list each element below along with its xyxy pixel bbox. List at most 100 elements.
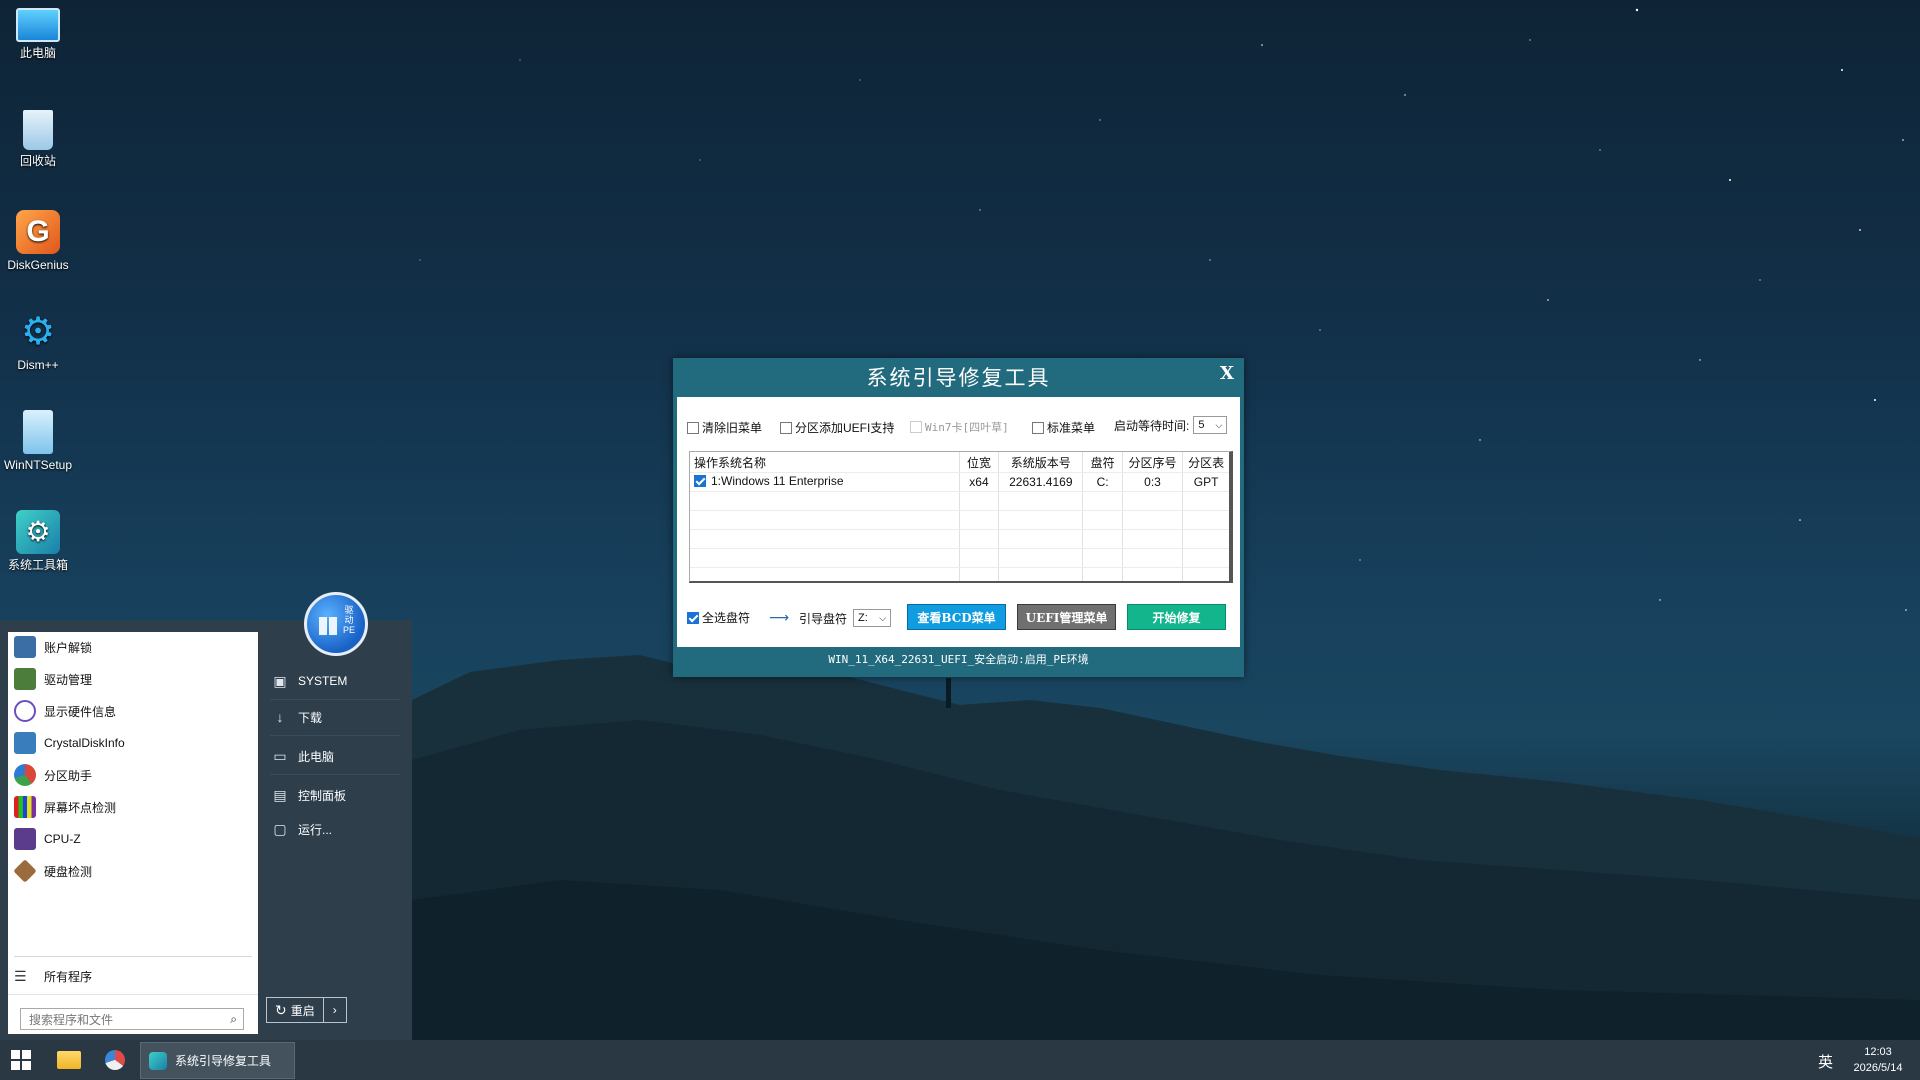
active-app-label: 系统引导修复工具 xyxy=(175,1054,272,1068)
start-item-account-unlock[interactable]: 账户解锁 xyxy=(14,634,252,660)
restart-icon: ↻ xyxy=(275,1001,287,1018)
clock[interactable]: 12:03 2026/5/14 xyxy=(1840,1044,1916,1076)
checkbox[interactable] xyxy=(687,421,699,434)
program-label: CrystalDiskInfo xyxy=(44,736,125,750)
uefi-manage-button[interactable]: UEFI管理菜单 xyxy=(1017,604,1116,630)
checkbox[interactable] xyxy=(780,421,792,434)
version-cell: 22631.4169 xyxy=(998,472,1084,492)
view-bcd-button[interactable]: 查看BCD菜单 xyxy=(907,604,1006,630)
taskbar-active-window[interactable]: 系统引导修复工具 xyxy=(140,1042,295,1079)
all-programs-label: 所有程序 xyxy=(44,970,93,984)
search-placeholder: 搜索程序和文件 xyxy=(29,1012,114,1027)
windows-logo-icon xyxy=(319,617,337,635)
computer-icon: ▭ xyxy=(273,747,287,764)
column-header: 操作系统名称 xyxy=(690,452,960,473)
os-name: 1:Windows 11 Enterprise xyxy=(711,474,844,488)
taskbar: 系统引导修复工具 英 12:03 2026/5/14 xyxy=(0,1040,1920,1080)
option-win7-card: Win7卡[四叶草] xyxy=(910,419,1009,435)
taskbar-app-button[interactable] xyxy=(96,1040,134,1080)
desktop-icon-diskgenius[interactable]: G DiskGenius xyxy=(2,210,74,272)
driver-manager-icon xyxy=(14,668,36,690)
desktop-icon-recycle-bin[interactable]: 回收站 xyxy=(2,110,74,168)
wait-time-group: 启动等待时间: 5 ⌵ xyxy=(1114,416,1228,434)
start-item-partition-assistant[interactable]: 分区助手 xyxy=(14,762,252,788)
windows-logo-icon xyxy=(11,1050,31,1070)
file-explorer-button[interactable] xyxy=(50,1040,88,1080)
chevron-down-icon: ⌵ xyxy=(1215,419,1223,430)
column-header: 位宽 xyxy=(959,452,1000,473)
start-button[interactable] xyxy=(0,1040,42,1080)
start-right-item-this-pc[interactable]: ▭ 此电脑 xyxy=(272,741,400,771)
desktop-icon-label: Dism++ xyxy=(17,358,59,372)
desktop-icon-label: 回收站 xyxy=(19,154,56,168)
start-item-crystaldiskinfo[interactable]: CrystalDiskInfo xyxy=(14,730,252,756)
checkbox xyxy=(910,421,922,433)
search-input[interactable]: 搜索程序和文件 ⌕ xyxy=(20,1008,244,1030)
start-right-item-control-panel[interactable]: ▤ 控制面板 xyxy=(272,780,400,810)
option-standard-menu[interactable]: 标准菜单 xyxy=(1032,419,1095,436)
right-item-label: SYSTEM xyxy=(298,674,348,688)
account-unlock-icon xyxy=(14,636,36,658)
option-uefi-support[interactable]: 分区添加UEFI支持 xyxy=(780,419,894,436)
partition-tool-icon xyxy=(105,1050,125,1070)
drive-cell: C: xyxy=(1082,472,1123,492)
start-item-driver-manager[interactable]: 驱动管理 xyxy=(14,666,252,692)
start-item-screen-test[interactable]: 屏幕坏点检测 xyxy=(14,794,252,820)
restart-options-button[interactable]: › xyxy=(322,998,346,1022)
boot-drive-label: 引导盘符 xyxy=(799,611,848,626)
ime-indicator[interactable]: 英 xyxy=(1818,1051,1833,1072)
all-programs-button[interactable]: ☰ 所有程序 xyxy=(14,968,92,985)
close-button[interactable]: X xyxy=(1220,363,1234,384)
dialog-title: 系统引导修复工具 xyxy=(866,366,1051,390)
boot-drive-select[interactable]: Z: ⌵ xyxy=(853,609,892,627)
winntsetup-icon xyxy=(23,410,53,454)
start-right-item-run[interactable]: ▢ 运行... xyxy=(272,814,400,844)
table-row xyxy=(690,529,1229,549)
download-icon: ↓ xyxy=(276,709,284,725)
table-row[interactable]: 1:Windows 11 Enterprise x64 22631.4169 C… xyxy=(690,472,1229,492)
wait-time-select[interactable]: 5 ⌵ xyxy=(1193,416,1228,434)
table-row xyxy=(690,491,1229,511)
program-label: 账户解锁 xyxy=(44,640,93,655)
divider xyxy=(8,994,258,995)
program-label: 驱动管理 xyxy=(44,672,93,687)
start-program-list: 账户解锁 驱动管理 显示硬件信息 CrystalDiskInfo 分区助手 屏幕… xyxy=(8,632,258,1034)
checkbox[interactable] xyxy=(1032,421,1044,434)
chevron-right-icon: › xyxy=(332,1003,337,1017)
table-header-row: 操作系统名称 位宽 系统版本号 盘符 分区序号 分区表 xyxy=(690,452,1229,473)
select-all-checkbox[interactable] xyxy=(687,611,699,624)
partition-assistant-icon xyxy=(14,764,36,786)
desktop-icon-this-pc[interactable]: 此电脑 xyxy=(2,8,74,60)
diskgenius-icon: G xyxy=(16,210,60,254)
desktop-icon-label: 系统工具箱 xyxy=(7,558,68,572)
start-item-hardware-info[interactable]: 显示硬件信息 xyxy=(14,698,252,724)
screen-test-icon xyxy=(14,796,36,818)
start-item-disk-check[interactable]: 硬盘检测 xyxy=(13,858,252,884)
divider xyxy=(270,774,400,775)
avatar-badge: 驱 动 PE xyxy=(342,605,355,635)
crystaldiskinfo-icon xyxy=(14,732,36,754)
bits-cell: x64 xyxy=(959,472,1000,492)
start-item-cpuz[interactable]: CPU-Z xyxy=(14,826,252,852)
disk-check-icon xyxy=(13,859,37,883)
program-label: 分区助手 xyxy=(44,768,93,783)
desktop-icon-dism[interactable]: ⚙ Dism++ xyxy=(2,310,74,372)
desktop-icon-winntsetup[interactable]: WinNTSetup xyxy=(2,410,74,472)
run-icon: ▢ xyxy=(273,820,287,837)
select-all-group[interactable]: 全选盘符 xyxy=(687,609,750,626)
start-right-item-download[interactable]: ↓ 下载 xyxy=(272,702,400,732)
wait-time-value: 5 xyxy=(1198,419,1205,431)
select-all-label: 全选盘符 xyxy=(702,611,751,625)
desktop-icon-label: WinNTSetup xyxy=(3,458,73,472)
option-clear-old-menu[interactable]: 清除旧菜单 xyxy=(687,419,762,436)
restart-label: 重启 xyxy=(290,1003,315,1018)
row-checkbox[interactable] xyxy=(694,475,706,487)
user-folder-icon: ▣ xyxy=(273,672,287,689)
restart-button[interactable]: ↻ 重启 xyxy=(267,998,323,1022)
list-icon: ☰ xyxy=(14,968,27,984)
column-header: 系统版本号 xyxy=(998,452,1084,473)
start-repair-button[interactable]: 开始修复 xyxy=(1127,604,1226,630)
os-name-cell: 1:Windows 11 Enterprise xyxy=(690,472,960,492)
start-right-item-system[interactable]: ▣ SYSTEM xyxy=(272,666,400,696)
desktop-icon-toolbox[interactable]: ⚙ 系统工具箱 xyxy=(2,510,74,572)
